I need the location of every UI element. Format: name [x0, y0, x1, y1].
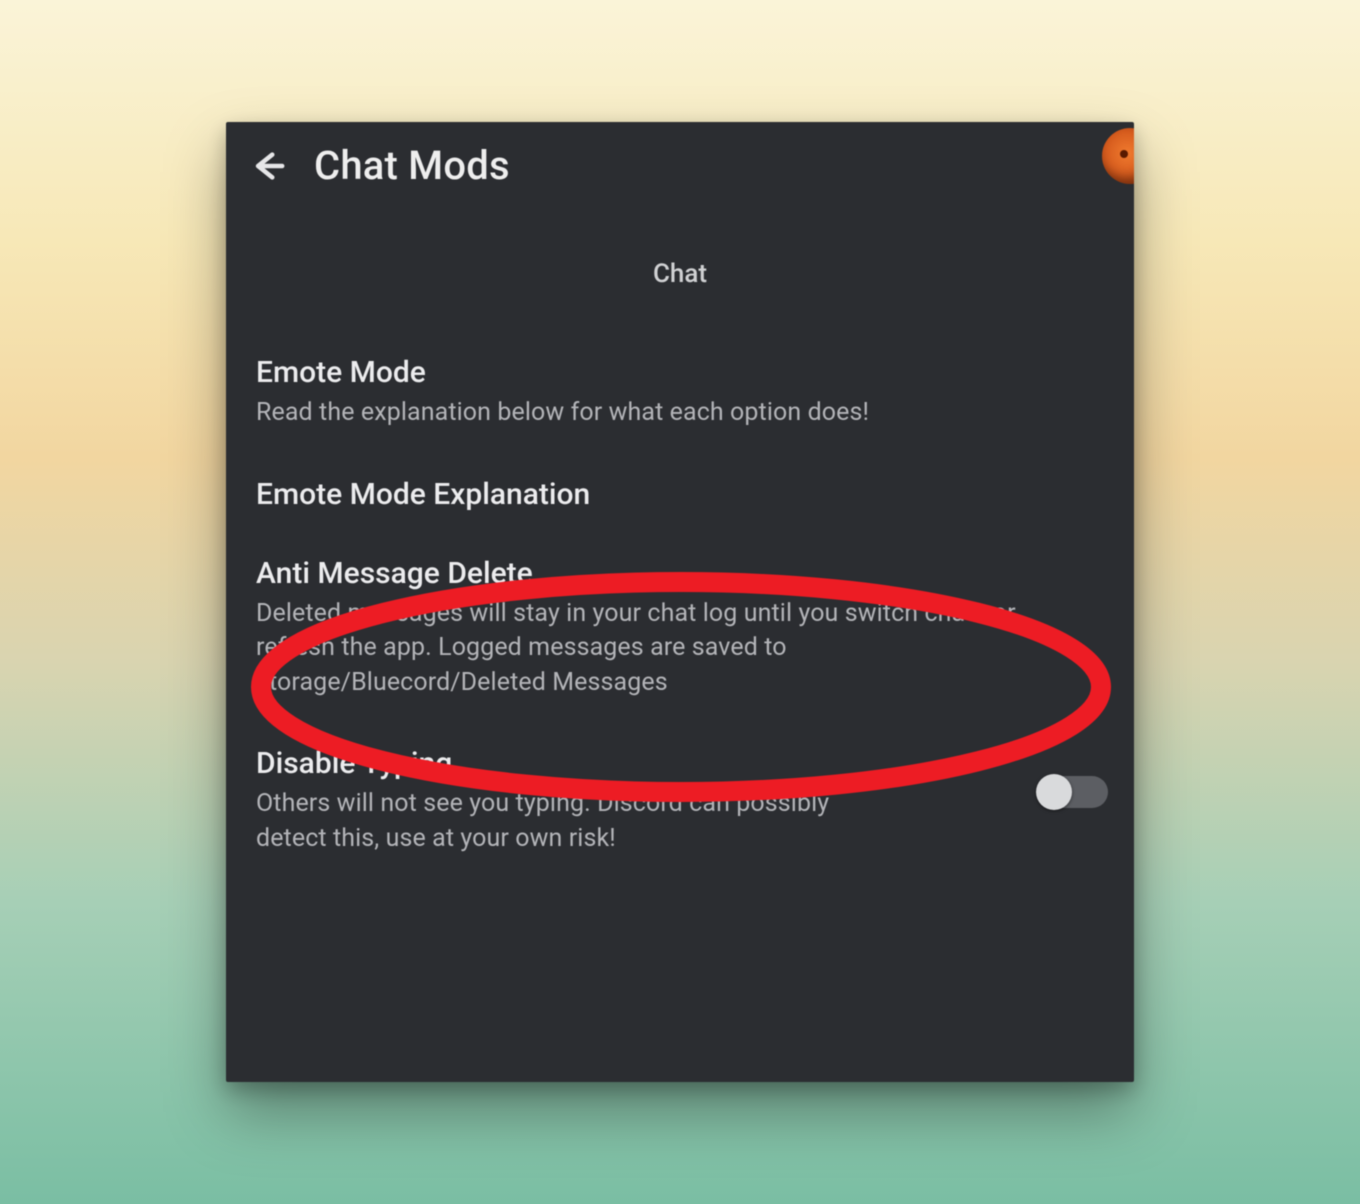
setting-emote-mode-explanation[interactable]: Emote Mode Explanation	[256, 459, 1108, 538]
setting-title: Anti Message Delete	[256, 556, 1108, 591]
setting-emote-mode[interactable]: Emote Mode Read the explanation below fo…	[256, 337, 1108, 459]
back-arrow-icon[interactable]	[248, 146, 288, 186]
setting-anti-message-delete[interactable]: Anti Message Delete Deleted messages wil…	[256, 538, 1108, 729]
settings-list: Emote Mode Read the explanation below fo…	[226, 337, 1134, 884]
setting-title: Disable Typing	[256, 746, 1014, 781]
header-bar: Chat Mods	[226, 122, 1134, 199]
settings-screen: Chat Mods Chat Emote Mode Read the expla…	[226, 122, 1134, 1082]
setting-desc: Deleted messages will stay in your chat …	[256, 597, 1076, 701]
setting-desc: Others will not see you typing. Discord …	[256, 787, 876, 856]
setting-title: Emote Mode Explanation	[256, 477, 1108, 512]
disable-typing-toggle[interactable]	[1038, 776, 1108, 808]
setting-disable-typing[interactable]: Disable Typing Others will not see you t…	[256, 728, 1108, 884]
setting-title: Emote Mode	[256, 355, 1108, 390]
section-heading-chat: Chat	[226, 259, 1134, 289]
setting-desc: Read the explanation below for what each…	[256, 396, 1076, 431]
avatar[interactable]	[1102, 128, 1134, 184]
toggle-knob-icon	[1036, 774, 1072, 810]
page-title: Chat Mods	[314, 142, 510, 189]
